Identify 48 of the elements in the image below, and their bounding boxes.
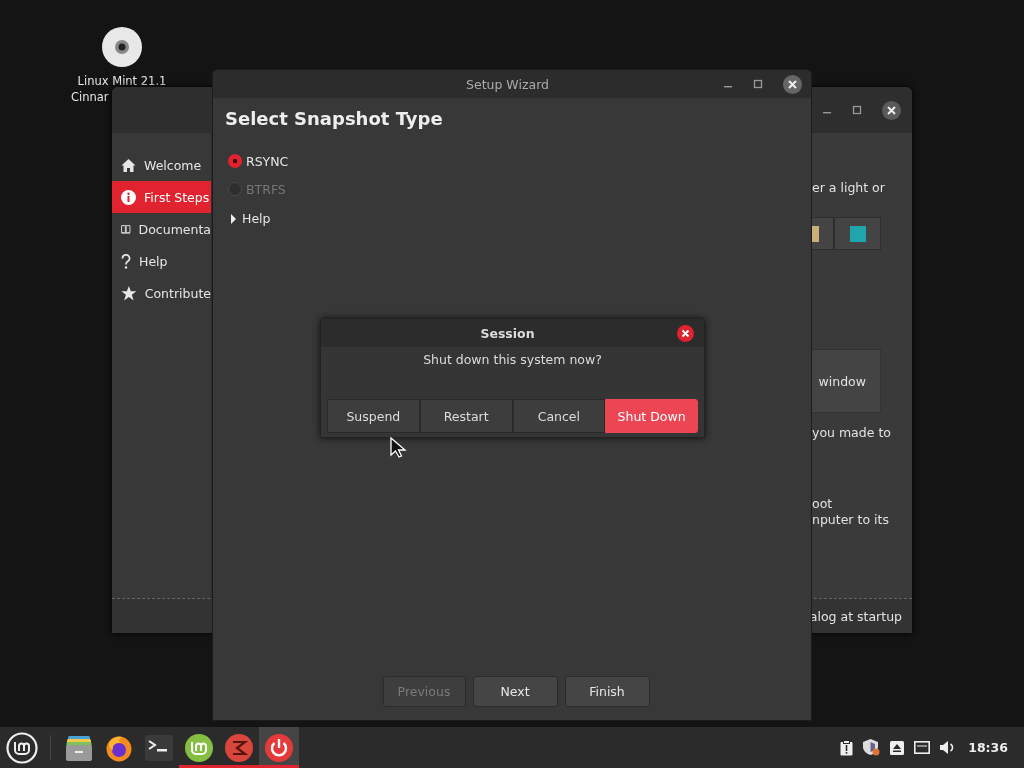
dialog-button[interactable]: Restart	[419, 399, 513, 433]
maximize-icon[interactable]	[753, 79, 763, 89]
dialog-button[interactable]: Cancel	[512, 399, 606, 433]
shut-down-button[interactable]: Shut Down	[605, 399, 698, 433]
mint-logo-icon	[185, 733, 213, 762]
color-swatch-button[interactable]	[812, 217, 834, 250]
clock[interactable]: 18:36	[968, 740, 1008, 755]
terminal-icon	[145, 734, 173, 761]
help-expander[interactable]: Help	[225, 211, 271, 226]
shield-icon[interactable]	[863, 739, 881, 756]
close-icon[interactable]	[882, 100, 901, 120]
cursor-icon	[390, 437, 408, 459]
eject-icon[interactable]	[890, 740, 905, 755]
sidebar-item[interactable]: First Steps	[112, 181, 211, 213]
dialog-button[interactable]: Suspend	[327, 399, 420, 433]
file-cabinet-icon	[65, 733, 93, 762]
menu-icon[interactable]	[6, 731, 38, 764]
sidebar-item[interactable]: Documenta	[112, 213, 211, 245]
description-text: er a light or	[812, 180, 886, 195]
description-text: you made to	[812, 425, 892, 440]
page-heading: Select Snapshot Type	[225, 108, 444, 129]
radio-button[interactable]	[228, 154, 242, 168]
wizard-button[interactable]: Finish	[564, 676, 650, 707]
desktop-icon-label: Linux Mint 21.1	[77, 73, 167, 89]
info-icon	[121, 189, 136, 205]
window-title: Setup Wizard	[466, 76, 549, 92]
network-icon[interactable]	[914, 741, 931, 754]
clipboard-alert-icon[interactable]	[840, 739, 854, 756]
dialog-title: Session	[480, 325, 535, 341]
wizard-button[interactable]: Next	[472, 676, 558, 707]
launch-button[interactable]: window	[812, 349, 881, 413]
star-icon	[121, 285, 137, 301]
maximize-icon[interactable]	[852, 105, 862, 115]
sidebar-item[interactable]: Welcome	[112, 149, 211, 181]
power-icon	[265, 733, 293, 762]
description-text: oot nputer to its	[812, 496, 890, 528]
radio-label[interactable]: RSYNC	[246, 153, 289, 169]
taskbar-button[interactable]	[259, 727, 299, 768]
dialog-message: Shut down this system now?	[422, 351, 603, 369]
question-icon	[121, 253, 131, 269]
sidebar-item[interactable]: Contribute	[112, 277, 211, 309]
close-icon[interactable]	[783, 74, 802, 94]
sidebar-item[interactable]: Help	[112, 245, 211, 277]
close-icon[interactable]	[677, 324, 694, 342]
desktop-icon-label: Cinnar	[71, 89, 109, 105]
disc-icon[interactable]	[102, 27, 142, 67]
home-icon	[121, 157, 136, 173]
color-swatch-button[interactable]	[834, 217, 881, 250]
